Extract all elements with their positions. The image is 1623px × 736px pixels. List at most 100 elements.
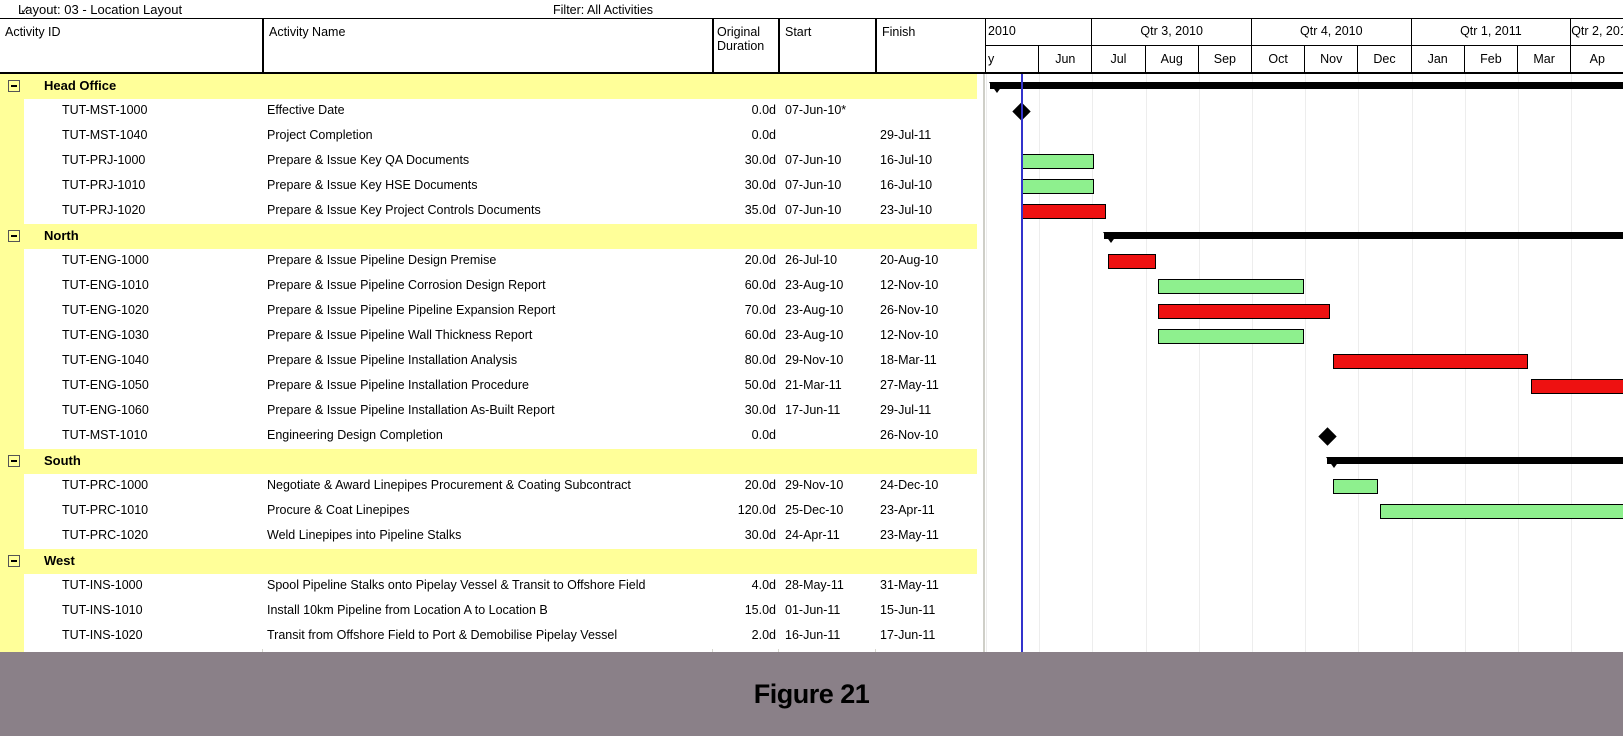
group-row[interactable]: West [0,549,977,574]
column-header-start[interactable]: Start [780,19,875,72]
timescale-month: Mar [1518,45,1571,72]
table-row[interactable]: TUT-INS-1000Spool Pipeline Stalks onto P… [0,574,977,599]
column-header-activity-name[interactable]: Activity Name [264,19,712,72]
gantt-bar-critical[interactable] [1108,254,1156,269]
column-header-finish[interactable]: Finish [877,19,977,72]
filter-label[interactable]: Filter: All Activities [553,3,653,17]
cell-original-duration: 20.0d [714,478,776,492]
figure-caption-text: Figure 21 [754,679,870,710]
cell-finish-date: 12-Nov-10 [880,328,938,342]
gantt-bar-complete[interactable] [1158,329,1304,344]
cell-original-duration: 30.0d [714,528,776,542]
table-row[interactable]: TUT-PRC-1010Procure & Coat Linepipes120.… [0,499,977,524]
gantt-summary-bar[interactable] [1327,457,1623,464]
table-row[interactable]: TUT-PRJ-1000Prepare & Issue Key QA Docum… [0,149,977,174]
gantt-bar-critical[interactable] [1158,304,1330,319]
table-row[interactable]: TUT-ENG-1050Prepare & Issue Pipeline Ins… [0,374,977,399]
cell-start-date: 28-May-11 [785,578,844,592]
column-header-activity-id[interactable]: Activity ID [0,19,262,72]
table-row[interactable]: TUT-ENG-1030Prepare & Issue Pipeline Wal… [0,324,977,349]
table-row[interactable]: TUT-ENG-1000Prepare & Issue Pipeline Des… [0,249,977,274]
group-indent-band [0,374,24,399]
column-header-original-duration[interactable]: Original Duration [714,19,778,72]
table-row[interactable]: TUT-ENG-1010Prepare & Issue Pipeline Cor… [0,274,977,299]
cell-activity-name: Prepare & Issue Pipeline Corrosion Desig… [267,278,546,292]
column-header-original-duration-line1: Original [717,25,778,39]
table-row[interactable]: TUT-PRC-1020Weld Linepipes into Pipeline… [0,524,977,549]
gantt-summary-start-cap [1326,457,1342,468]
table-row[interactable]: TUT-PRC-1000Negotiate & Award Linepipes … [0,474,977,499]
gantt-bar-complete[interactable] [1158,279,1304,294]
cell-finish-date: 20-Aug-10 [880,253,938,267]
group-row[interactable]: Head Office [0,74,977,99]
group-name: West [44,553,75,568]
cell-activity-id: TUT-MST-1040 [62,128,147,142]
group-indent-band [0,424,24,449]
gantt-bar-complete[interactable] [1380,504,1623,519]
table-row[interactable]: TUT-INS-1020Transit from Offshore Field … [0,624,977,649]
gantt-summary-bar[interactable] [1104,232,1623,239]
group-indent-band [0,199,24,224]
gantt-bar-complete[interactable] [1021,154,1094,169]
cell-finish-date: 24-Dec-10 [880,478,938,492]
activity-table[interactable]: Head OfficeTUT-MST-1000Effective Date0.0… [0,74,977,652]
gantt-bar-critical[interactable] [1021,204,1106,219]
cell-finish-date: 18-Mar-11 [880,353,937,367]
table-row[interactable]: TUT-MST-1040Project Completion0.0d29-Jul… [0,124,977,149]
group-row[interactable]: South [0,449,977,474]
cell-start-date: 07-Jun-10 [785,153,841,167]
cell-start-date: 17-Jun-11 [785,403,840,417]
table-row[interactable]: TUT-PRJ-1020Prepare & Issue Key Project … [0,199,977,224]
group-row[interactable]: North [0,224,977,249]
cell-activity-id: TUT-ENG-1040 [62,353,149,367]
timescale-gutter [977,19,985,72]
timescale-month: Oct [1252,45,1305,72]
layout-label[interactable]: Layout: 03 - Location Layout [18,2,182,17]
timescale-quarter: Qtr 1, 2011 [1412,19,1572,45]
cell-start-date: 23-Aug-10 [785,328,843,342]
cell-original-duration: 15.0d [714,603,776,617]
group-indent-band [0,574,24,599]
timescale-month: Sep [1199,45,1252,72]
table-row[interactable]: TUT-ENG-1040Prepare & Issue Pipeline Ins… [0,349,977,374]
group-name: Head Office [44,78,116,93]
cell-start-date: 21-Mar-11 [785,378,842,392]
group-indent-band [0,499,24,524]
timescale-header[interactable]: 2010Qtr 3, 2010Qtr 4, 2010Qtr 1, 2011Qtr… [977,19,1623,74]
gantt-bar-critical[interactable] [1531,379,1623,394]
timescale-month: Nov [1305,45,1358,72]
group-indent-band [0,624,24,649]
timescale-month: Feb [1465,45,1518,72]
cell-start-date: 07-Jun-10* [785,103,846,117]
table-row[interactable]: TUT-ENG-1020Prepare & Issue Pipeline Pip… [0,299,977,324]
cell-original-duration: 30.0d [714,178,776,192]
cell-original-duration: 60.0d [714,328,776,342]
cell-original-duration: 50.0d [714,378,776,392]
cell-activity-id: TUT-ENG-1030 [62,328,149,342]
cell-finish-date: 29-Jul-11 [880,403,931,417]
table-row[interactable]: TUT-MST-1000Effective Date0.0d07-Jun-10* [0,99,977,124]
table-row[interactable]: TUT-ENG-1060Prepare & Issue Pipeline Ins… [0,399,977,424]
table-row[interactable]: TUT-MST-1010Engineering Design Completio… [0,424,977,449]
gantt-bar-critical[interactable] [1333,354,1528,369]
collapse-icon[interactable] [8,80,20,92]
gantt-bar-complete[interactable] [1021,179,1094,194]
gantt-bar-complete[interactable] [1333,479,1378,494]
gantt-bar-area[interactable] [977,74,1623,652]
group-name: South [44,453,81,468]
cell-original-duration: 0.0d [714,103,776,117]
collapse-icon[interactable] [8,555,20,567]
collapse-icon[interactable] [8,455,20,467]
cell-start-date: 01-Jun-11 [785,603,840,617]
gantt-milestone-diamond[interactable] [1318,427,1336,445]
table-row[interactable]: TUT-PRJ-1010Prepare & Issue Key HSE Docu… [0,174,977,199]
group-indent-band [0,399,24,424]
timescale-month: Dec [1358,45,1411,72]
collapse-icon[interactable] [8,230,20,242]
gantt-summary-bar[interactable] [990,82,1623,89]
cell-original-duration: 120.0d [714,503,776,517]
group-indent-band [0,299,24,324]
cell-original-duration: 0.0d [714,428,776,442]
table-row[interactable]: TUT-INS-1010Install 10km Pipeline from L… [0,599,977,624]
group-indent-band [0,324,24,349]
